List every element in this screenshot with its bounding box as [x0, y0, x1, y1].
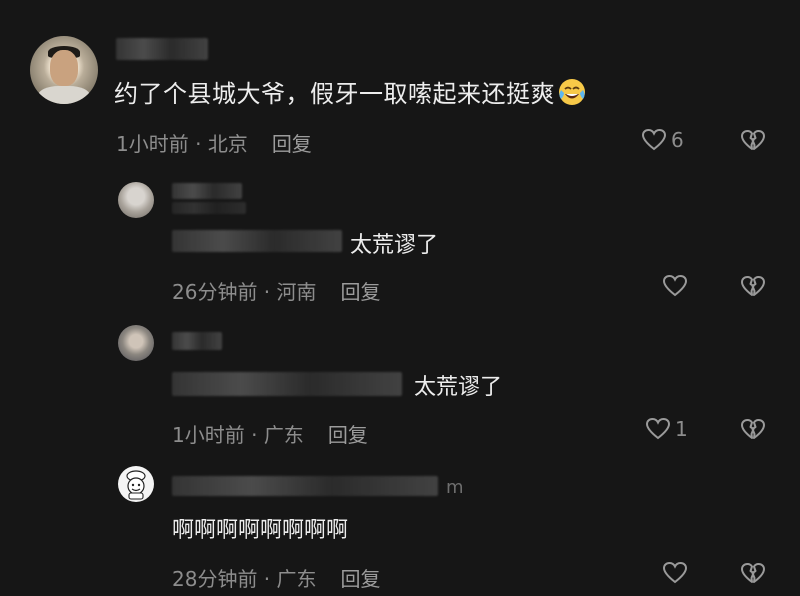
separator: · [188, 132, 208, 156]
like-button[interactable] [662, 274, 692, 298]
timestamp: 1小时前 [116, 132, 189, 156]
timestamp: 26分钟前 [172, 280, 258, 304]
location: 广东 [276, 567, 317, 591]
separator: · [257, 280, 277, 304]
avatar[interactable] [118, 325, 154, 361]
heart-icon [641, 128, 667, 151]
comment-thread: 约了个县城大爷，假牙一取嗦起来还挺爽 1小时前 · 北京 回复 6 太荒谬了 2… [0, 0, 800, 596]
separator: · [257, 567, 277, 591]
location: 河南 [276, 280, 317, 304]
reply-meta: 1小时前 · 广东 回复 [172, 419, 368, 448]
username-suffix: m [446, 477, 464, 498]
avatar[interactable] [30, 36, 98, 104]
reply-text: 啊啊啊啊啊啊啊啊 [172, 518, 349, 543]
face-with-tears-of-joy-icon [557, 77, 587, 107]
blurred-reply-mention [172, 230, 342, 252]
blurred-username[interactable] [172, 332, 222, 350]
like-count: 1 [675, 417, 688, 441]
broken-heart-icon [741, 419, 765, 439]
reply-text: 太荒谬了 [350, 233, 439, 258]
reply-button[interactable]: 回复 [328, 423, 368, 447]
avatar[interactable] [118, 182, 154, 218]
reply-meta: 28分钟前 · 广东 回复 [172, 563, 381, 592]
blurred-username[interactable] [116, 38, 208, 60]
like-button[interactable]: 6 [641, 128, 684, 152]
reply-meta: 26分钟前 · 河南 回复 [172, 276, 381, 305]
heart-icon [645, 417, 671, 440]
comment-body: 约了个县城大爷，假牙一取嗦起来还挺爽 [114, 80, 555, 108]
reply-button[interactable]: 回复 [341, 280, 381, 304]
like-button[interactable] [662, 561, 692, 585]
dislike-button[interactable] [740, 418, 766, 446]
timestamp: 28分钟前 [172, 567, 258, 591]
reply-button[interactable]: 回复 [341, 567, 381, 591]
dislike-button[interactable] [740, 562, 766, 590]
broken-heart-icon [741, 276, 765, 296]
blurred-username[interactable] [172, 183, 242, 199]
location: 广东 [263, 423, 304, 447]
blurred-username[interactable] [172, 202, 246, 214]
comment-meta: 1小时前 · 北京 回复 [116, 128, 312, 157]
comment-text: 约了个县城大爷，假牙一取嗦起来还挺爽 [114, 74, 587, 109]
timestamp: 1小时前 [172, 423, 245, 447]
reply-text: 太荒谬了 [414, 375, 503, 400]
dislike-button[interactable] [740, 129, 766, 157]
dislike-button[interactable] [740, 275, 766, 303]
blurred-reply-mention [172, 372, 402, 396]
avatar[interactable] [118, 466, 154, 502]
like-count: 6 [671, 128, 684, 152]
like-button[interactable]: 1 [645, 417, 688, 441]
heart-icon [662, 561, 688, 584]
broken-heart-icon [741, 563, 765, 583]
reply-button[interactable]: 回复 [272, 132, 312, 156]
blurred-username[interactable] [172, 476, 438, 496]
separator: · [244, 423, 264, 447]
broken-heart-icon [741, 130, 765, 150]
heart-icon [662, 274, 688, 297]
location: 北京 [207, 132, 248, 156]
